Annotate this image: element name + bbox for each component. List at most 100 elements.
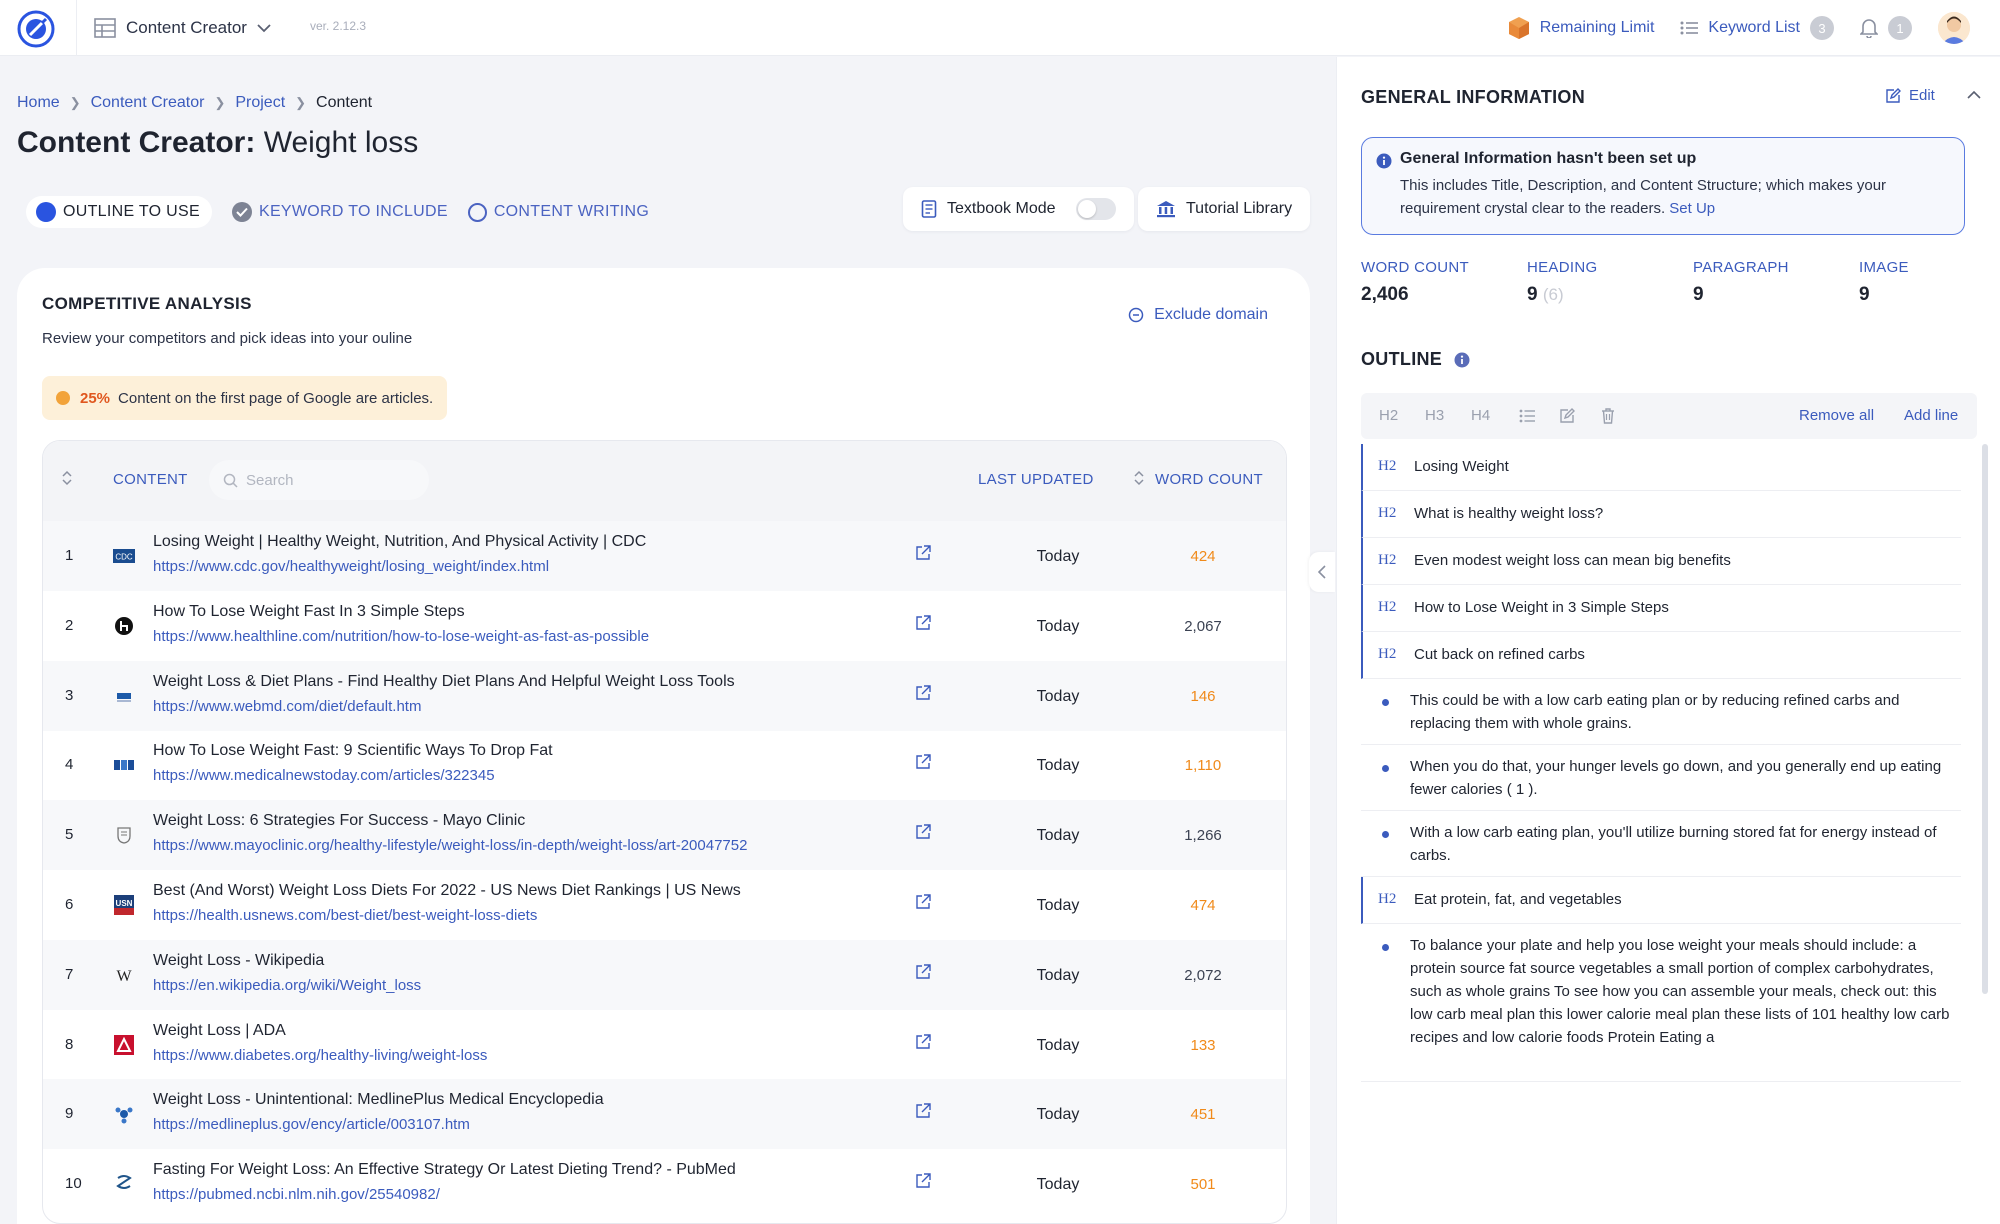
paragraph-text: When you do that, your hunger levels go … [1410, 758, 1942, 798]
step-keyword-to-include[interactable]: KEYWORD TO INCLUDE [231, 202, 448, 222]
breadcrumb-current: Content [316, 94, 373, 111]
row-title: Best (And Worst) Weight Loss Diets For 2… [153, 882, 741, 899]
panel-collapse-toggle[interactable] [1309, 552, 1335, 592]
outline-heading-item[interactable]: H2 What is healthy weight loss? [1361, 491, 1961, 538]
row-url-link[interactable]: https://health.usnews.com/best-diet/best… [153, 907, 537, 924]
edit-icon[interactable] [1559, 408, 1575, 428]
row-title: How To Lose Weight Fast: 9 Scientific Wa… [153, 742, 553, 760]
row-url-link[interactable]: https://en.wikipedia.org/wiki/Weight_los… [153, 977, 421, 994]
step-outline-to-use[interactable]: OUTLINE TO USE [26, 196, 212, 228]
row-index: 8 [65, 1035, 74, 1053]
tutorial-library-button[interactable]: Tutorial Library [1138, 187, 1311, 231]
row-url-link[interactable]: https://www.mayoclinic.org/healthy-lifes… [153, 837, 747, 854]
row-url-link[interactable]: https://www.cdc.gov/healthyweight/losing… [153, 558, 549, 575]
table-search[interactable] [209, 460, 429, 500]
external-link-icon[interactable] [915, 684, 931, 706]
add-line-button[interactable]: Add line [1904, 407, 1958, 424]
table-row[interactable]: 9 Weight Loss - Unintentional: MedlinePlu… [43, 1079, 1286, 1150]
outline-paragraph-item[interactable]: To balance your plate and help you lose … [1361, 924, 1961, 1082]
row-url-link[interactable]: https://medlineplus.gov/ency/article/003… [153, 1116, 470, 1133]
remaining-limit-button[interactable]: Remaining Limit [1508, 16, 1654, 40]
set-up-link[interactable]: Set Up [1669, 200, 1715, 217]
row-url-link[interactable]: https://www.webmd.com/diet/default.htm [153, 698, 421, 715]
step-content-writing[interactable]: CONTENT WRITING [467, 202, 649, 222]
info-icon[interactable] [1454, 352, 1470, 368]
column-content: CONTENT [113, 471, 188, 488]
outline-heading-item[interactable]: H2 Eat protein, fat, and vegetables [1361, 877, 1961, 924]
heading-text: Cut back on refined carbs [1414, 646, 1585, 663]
table-row[interactable]: 4 How To Lose Weight Fast: 9 Scientific W… [43, 730, 1286, 800]
external-link-icon[interactable] [915, 1103, 931, 1124]
app-switcher[interactable]: Content Creator [94, 16, 271, 40]
keyword-list-button[interactable]: Keyword List 3 [1680, 16, 1834, 40]
stat-value: 9 (6) [1527, 284, 1564, 305]
breadcrumb-home[interactable]: Home [17, 94, 60, 112]
edit-button[interactable]: Edit [1885, 87, 1935, 104]
outline-paragraph-item[interactable]: When you do that, your hunger levels go … [1361, 745, 1961, 811]
table-row[interactable]: 7 W Weight Loss - Wikipedia https://en.wiki… [43, 939, 1286, 1010]
table-row[interactable]: 8 Weight Loss | ADA https://www.diabetes.o… [43, 1010, 1286, 1080]
external-link-icon[interactable] [915, 964, 931, 985]
sort-icon[interactable] [61, 470, 73, 490]
webmd-favicon-icon [113, 685, 135, 707]
row-index: 4 [65, 756, 74, 774]
paragraph-text: This could be with a low carb eating pla… [1410, 692, 1900, 732]
row-url-link[interactable]: https://www.medicalnewstoday.com/article… [153, 767, 495, 784]
collapse-section-button[interactable] [1967, 87, 1981, 105]
bullet-list-icon[interactable] [1519, 409, 1535, 427]
exclude-domain-button[interactable]: Exclude domain [1128, 306, 1268, 324]
column-last-updated[interactable]: LAST UPDATED [978, 471, 1094, 488]
paragraph-text: To balance your plate and help you lose … [1410, 937, 1950, 1046]
textbook-mode-switch[interactable] [1075, 198, 1116, 220]
search-input[interactable] [246, 471, 406, 489]
outline-heading-item[interactable]: H2 How to Lose Weight in 3 Simple Steps [1361, 585, 1961, 632]
outline-scrollbar[interactable] [1982, 444, 1988, 994]
row-url-link[interactable]: https://pubmed.ncbi.nlm.nih.gov/25540982… [153, 1186, 440, 1203]
external-link-icon[interactable] [915, 754, 931, 775]
sort-icon[interactable] [1133, 470, 1145, 490]
external-link-icon[interactable] [915, 615, 931, 636]
trash-icon[interactable] [1601, 408, 1615, 428]
competitive-analysis-card: COMPETITIVE ANALYSIS Review your competi… [17, 268, 1310, 1224]
bullet-icon [1382, 699, 1389, 706]
table-row[interactable]: 2 How To Lose Weight Fast In 3 Simple Ste… [43, 591, 1286, 661]
insert-h2-button[interactable]: H2 [1379, 407, 1398, 424]
keyword-count-badge: 3 [1810, 16, 1834, 40]
app-logo-icon[interactable] [16, 9, 56, 49]
table-row[interactable]: 10 Fasting For Weight Loss: An Effective … [43, 1149, 1286, 1219]
row-last-updated: Today [1036, 617, 1080, 635]
external-link-icon[interactable] [915, 545, 931, 566]
svg-text:CDC: CDC [115, 553, 133, 562]
notifications-button[interactable]: 1 [1860, 16, 1912, 40]
table-row[interactable]: 3 Weight Loss & Diet Plans - Find Healthy… [43, 660, 1286, 731]
column-word-count[interactable]: WORD COUNT [1155, 471, 1263, 488]
chevron-down-icon [257, 24, 271, 33]
breadcrumb-project[interactable]: Project [235, 94, 285, 112]
table-row[interactable]: 1 CDC Losing Weight | Healthy Weight, Nutr… [43, 521, 1286, 591]
outline-paragraph-item[interactable]: This could be with a low carb eating pla… [1361, 679, 1961, 745]
remove-all-button[interactable]: Remove all [1799, 407, 1874, 424]
table-row[interactable]: 5 Weight Loss: 6 Strategies For Success -… [43, 800, 1286, 871]
heading-level-tag: H2 [1378, 458, 1397, 474]
outline-paragraph-item[interactable]: With a low carb eating plan, you'll util… [1361, 811, 1961, 877]
row-url-link[interactable]: https://www.diabetes.org/healthy-living/… [153, 1047, 487, 1064]
stat-value: 2,406 [1361, 284, 1409, 305]
breadcrumb-content-creator[interactable]: Content Creator [91, 94, 205, 112]
outline-heading-item[interactable]: H2 Even modest weight loss can mean big b… [1361, 538, 1961, 585]
external-link-icon[interactable] [915, 1033, 931, 1055]
keyword-list-label: Keyword List [1708, 19, 1800, 36]
outline-heading-item[interactable]: H2 Cut back on refined carbs [1361, 632, 1961, 679]
textbook-mode-toggle[interactable]: Textbook Mode [903, 187, 1134, 231]
external-link-icon[interactable] [915, 1173, 931, 1194]
user-avatar[interactable] [1938, 12, 1970, 44]
insert-h4-button[interactable]: H4 [1471, 407, 1490, 424]
outline-heading-item[interactable]: H2 Losing Weight [1361, 444, 1961, 491]
row-title: Weight Loss - Unintentional: MedlinePlus… [153, 1091, 604, 1109]
chevron-left-icon [1317, 565, 1326, 579]
external-link-icon[interactable] [915, 894, 931, 915]
insert-h3-button[interactable]: H3 [1425, 407, 1444, 424]
external-link-icon[interactable] [915, 824, 931, 845]
table-row[interactable]: 6 USN Best (And Worst) Weight Loss Diets F… [43, 870, 1286, 940]
row-url-link[interactable]: https://www.healthline.com/nutrition/how… [153, 628, 649, 645]
info-box-text: This includes Title, Description, and Co… [1400, 174, 1950, 220]
